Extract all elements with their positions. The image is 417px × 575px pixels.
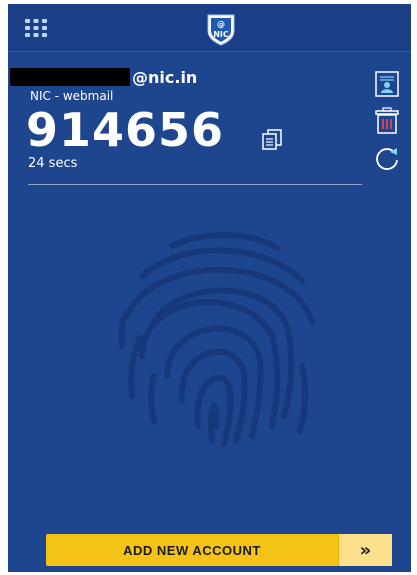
logo-text: NIC <box>213 30 229 39</box>
otp-timer: 24 secs <box>28 156 78 171</box>
refresh-icon[interactable] <box>373 144 401 172</box>
redacted-username <box>10 68 130 86</box>
top-bar: @ NIC <box>8 4 411 52</box>
user-card-icon[interactable] <box>373 70 401 98</box>
account-provider: NIC - webmail <box>30 89 114 103</box>
double-chevron-right-icon: » <box>338 534 392 566</box>
nic-logo: @ NIC <box>204 12 238 46</box>
email-domain: @nic.in <box>132 67 198 87</box>
account-email: @nic.in <box>10 67 197 87</box>
grid-menu-icon[interactable] <box>24 17 48 39</box>
add-new-account-button[interactable]: ADD NEW ACCOUNT » <box>46 534 392 566</box>
otp-code: 914656 <box>26 103 225 157</box>
add-account-label: ADD NEW ACCOUNT <box>123 542 261 558</box>
app-screen: @ NIC @nic.in NIC - webmail 914656 24 se… <box>8 4 411 572</box>
fingerprint-icon <box>112 226 327 451</box>
trash-icon[interactable] <box>373 107 401 135</box>
logo-at-symbol: @ <box>217 20 225 29</box>
copy-icon[interactable] <box>260 127 284 151</box>
divider <box>28 184 362 185</box>
